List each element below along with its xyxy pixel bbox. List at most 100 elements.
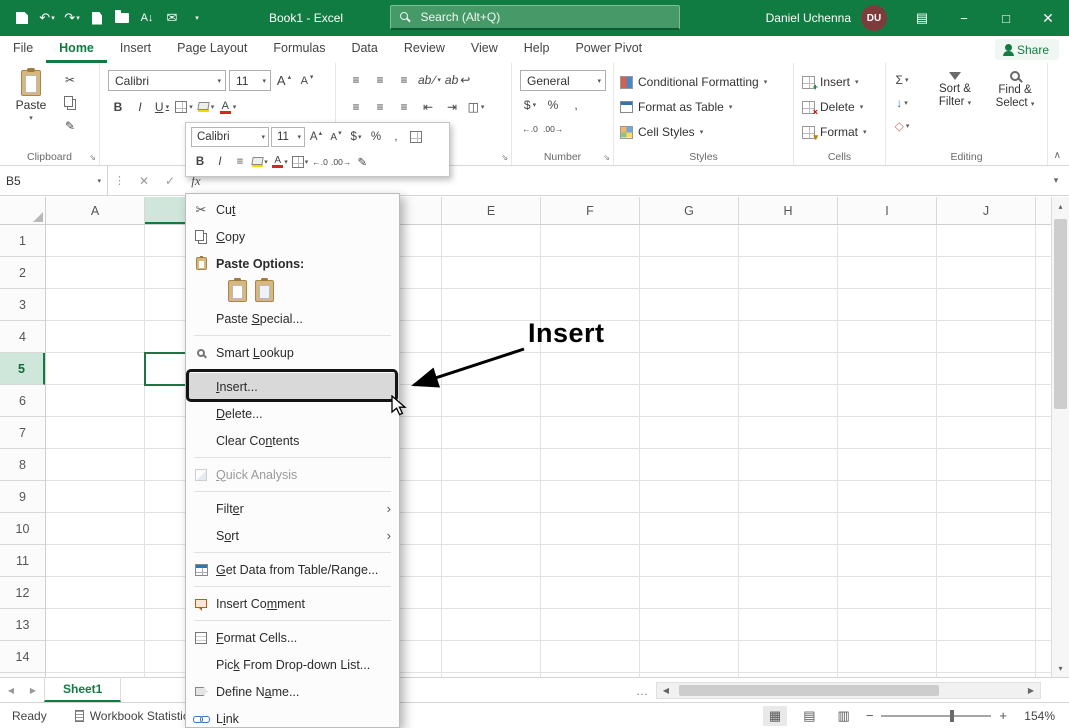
search-input[interactable]: Search (Alt+Q): [390, 5, 680, 30]
minimize-icon[interactable]: −: [943, 0, 985, 36]
column-header-e[interactable]: E: [442, 197, 541, 224]
menu-item-define-name[interactable]: Define Name...: [186, 678, 399, 705]
autosum-button[interactable]: Σ▾: [892, 70, 912, 90]
mini-accounting-button[interactable]: $▾: [347, 127, 365, 147]
scroll-down-icon[interactable]: ▾: [1052, 659, 1069, 677]
maximize-icon[interactable]: □: [985, 0, 1027, 36]
tab-file[interactable]: File: [0, 36, 46, 63]
row-header-10[interactable]: 10: [0, 513, 45, 545]
row-header-8[interactable]: 8: [0, 449, 45, 481]
share-button[interactable]: Share: [995, 39, 1059, 60]
find-select-button[interactable]: Find & Select ▾: [986, 68, 1044, 144]
cancel-icon[interactable]: ✕: [131, 174, 157, 188]
sort-az-icon[interactable]: A↓: [135, 5, 159, 31]
mini-font-color-button[interactable]: A▾: [271, 152, 289, 172]
shrink-font-button[interactable]: A▾: [297, 71, 317, 91]
paste-keep-source-formatting-icon[interactable]: [228, 280, 247, 302]
increase-indent-icon[interactable]: ⇥: [442, 97, 462, 117]
enter-icon[interactable]: ✓: [157, 174, 183, 188]
mini-fill-color-button[interactable]: ▾: [251, 152, 269, 172]
mini-format-painter-icon[interactable]: ✎: [353, 152, 371, 172]
row-header-9[interactable]: 9: [0, 481, 45, 513]
bottom-align-icon[interactable]: ≡: [394, 70, 414, 90]
menu-item-pick-from-drop-down-list[interactable]: Pick From Drop-down List...: [186, 651, 399, 678]
tab-insert[interactable]: Insert: [107, 36, 164, 63]
menu-item-sort[interactable]: Sort›: [186, 522, 399, 549]
delete-cells-button[interactable]: × Delete▾: [802, 96, 863, 118]
grow-font-button[interactable]: A▴: [274, 71, 294, 91]
menu-item-get-data-from-table-range[interactable]: Get Data from Table/Range...: [186, 556, 399, 583]
menu-item-format-cells[interactable]: Format Cells...: [186, 624, 399, 651]
page-break-view-icon[interactable]: ▥: [832, 706, 856, 726]
horizontal-scroll-thumb[interactable]: [679, 685, 939, 696]
menu-item-paste-options[interactable]: Paste Options:: [186, 250, 399, 277]
percent-style-button[interactable]: %: [543, 95, 563, 115]
select-all-corner[interactable]: [0, 197, 46, 225]
mini-format-table-icon[interactable]: [407, 127, 425, 147]
sort-filter-button[interactable]: Sort & Filter ▾: [926, 68, 984, 144]
tab-review[interactable]: Review: [391, 36, 458, 63]
zoom-track[interactable]: [881, 715, 991, 717]
paste-button[interactable]: Paste ▾: [8, 68, 54, 142]
mini-italic-button[interactable]: I: [211, 152, 229, 172]
mini-font-size-combo[interactable]: 11▾: [271, 127, 305, 147]
horizontal-scrollbar[interactable]: ◀ ▶: [656, 682, 1041, 699]
tab-formulas[interactable]: Formulas: [260, 36, 338, 63]
mini-increase-decimal-button[interactable]: ←.0: [311, 152, 329, 172]
number-dialog-launcher-icon[interactable]: ⇘: [603, 153, 610, 162]
merge-center-icon[interactable]: ◫▾: [466, 97, 486, 117]
open-folder-icon[interactable]: [110, 5, 134, 31]
mini-font-name-combo[interactable]: Calibri▾: [191, 127, 269, 147]
orientation-icon[interactable]: ab∕▾: [418, 70, 441, 90]
paste-values-icon[interactable]: [255, 280, 274, 302]
zoom-out-icon[interactable]: −: [866, 708, 874, 723]
row-header-6[interactable]: 6: [0, 385, 45, 417]
menu-item-insert-comment[interactable]: Insert Comment: [186, 590, 399, 617]
new-file-icon[interactable]: [85, 5, 109, 31]
normal-view-icon[interactable]: ▦: [763, 706, 787, 726]
tab-view[interactable]: View: [458, 36, 511, 63]
mini-bold-button[interactable]: B: [191, 152, 209, 172]
zoom-in-icon[interactable]: +: [999, 708, 1007, 723]
wrap-text-icon[interactable]: ab↩: [445, 70, 470, 90]
undo-icon[interactable]: ↶▾: [35, 5, 59, 31]
customize-qat-icon[interactable]: ▾: [185, 5, 209, 31]
user-name[interactable]: Daniel Uchenna: [766, 11, 851, 25]
tab-power-pivot[interactable]: Power Pivot: [562, 36, 655, 63]
close-icon[interactable]: ✕: [1027, 0, 1069, 36]
clipboard-dialog-launcher-icon[interactable]: ⇘: [89, 153, 96, 162]
copy-icon[interactable]: [60, 93, 80, 113]
scroll-right-icon[interactable]: ▶: [1022, 686, 1040, 695]
mini-comma-button[interactable]: ,: [387, 127, 405, 147]
align-center-icon[interactable]: ≡: [370, 97, 390, 117]
alignment-dialog-launcher-icon[interactable]: ⇘: [501, 153, 508, 162]
row-header-7[interactable]: 7: [0, 417, 45, 449]
format-as-table-button[interactable]: Format as Table▾: [620, 96, 732, 118]
zoom-handle[interactable]: [950, 710, 954, 722]
sheet-tab-sheet1[interactable]: Sheet1: [44, 678, 121, 702]
tab-home[interactable]: Home: [46, 36, 107, 63]
menu-item-smart-lookup[interactable]: Smart Lookup: [186, 339, 399, 366]
format-painter-icon[interactable]: ✎: [60, 116, 80, 136]
ribbon-display-options-icon[interactable]: ▤: [901, 0, 943, 36]
mini-align-icon[interactable]: ≡: [231, 152, 249, 172]
menu-item-clear-contents[interactable]: Clear Contents: [186, 427, 399, 454]
prev-sheet-icon[interactable]: ◀: [0, 678, 22, 702]
tab-data[interactable]: Data: [338, 36, 390, 63]
row-header-14[interactable]: 14: [0, 641, 45, 673]
vertical-scrollbar[interactable]: ▴ ▾: [1051, 197, 1069, 677]
column-header-h[interactable]: H: [739, 197, 838, 224]
menu-item-filter[interactable]: Filter›: [186, 495, 399, 522]
conditional-formatting-button[interactable]: Conditional Formatting▾: [620, 71, 767, 93]
row-header-13[interactable]: 13: [0, 609, 45, 641]
row-header-5[interactable]: 5: [0, 353, 45, 385]
menu-item-copy[interactable]: Copy: [186, 223, 399, 250]
scroll-left-icon[interactable]: ◀: [657, 686, 675, 695]
increase-decimal-button[interactable]: ←.0: [520, 119, 540, 139]
zoom-level[interactable]: 154%: [1017, 709, 1055, 723]
clear-button[interactable]: ◇▾: [892, 116, 912, 136]
scroll-up-icon[interactable]: ▴: [1052, 197, 1069, 215]
bold-button[interactable]: B: [108, 97, 128, 117]
decrease-decimal-button[interactable]: .00→: [543, 119, 563, 139]
row-header-3[interactable]: 3: [0, 289, 45, 321]
